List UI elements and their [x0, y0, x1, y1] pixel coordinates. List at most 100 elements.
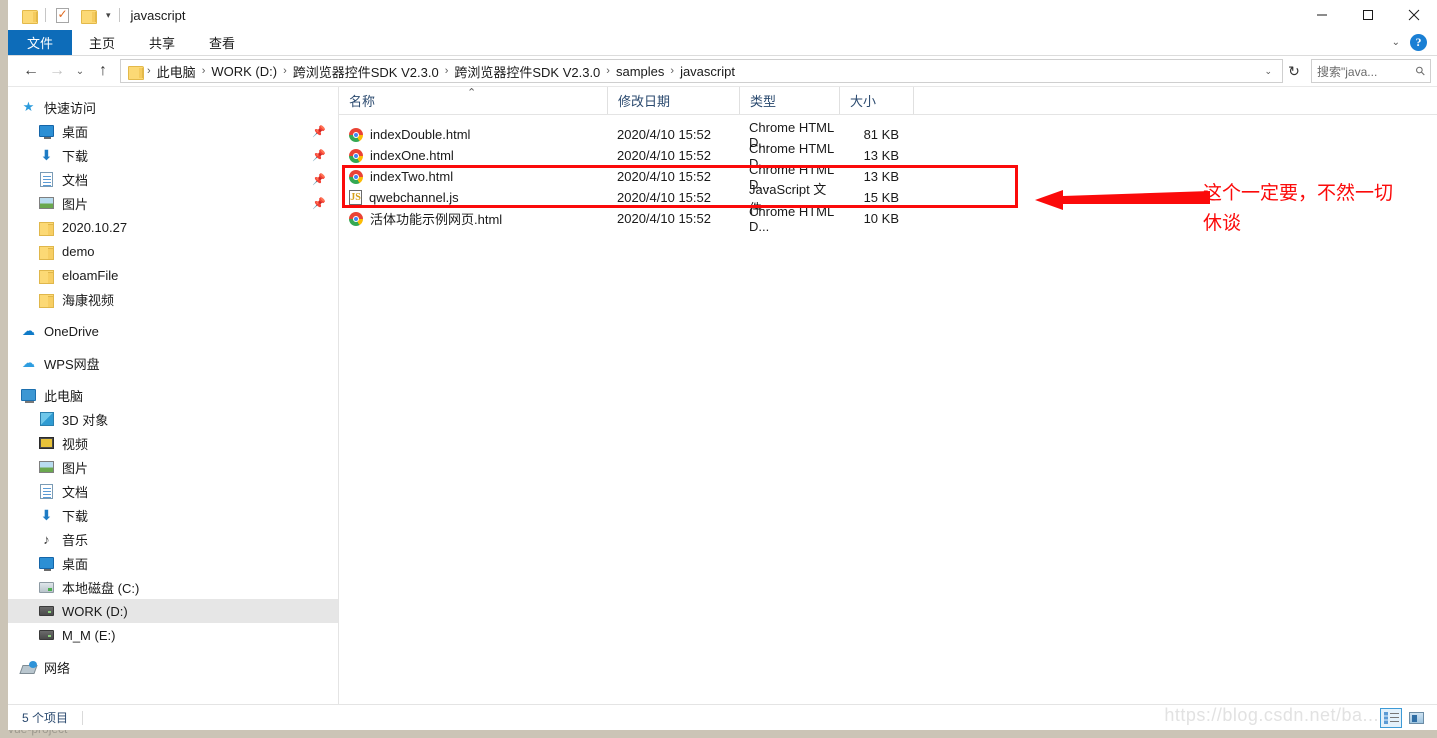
star-pin-icon: ★ — [22, 99, 35, 114]
sidebar-item-pictures-pc[interactable]: 图片 — [8, 455, 338, 479]
help-icon[interactable]: ? — [1410, 34, 1427, 51]
sidebar-item-2020-10-27[interactable]: 2020.10.27 — [8, 215, 338, 239]
file-name: indexDouble.html — [370, 127, 471, 142]
sidebar-item-network[interactable]: 网络 — [8, 655, 338, 679]
network-icon — [20, 659, 37, 675]
details-view-button[interactable] — [1380, 707, 1402, 728]
divider — [82, 710, 84, 725]
divider — [45, 8, 46, 22]
pin-icon[interactable]: 📌 — [312, 149, 326, 162]
sidebar-item-documents[interactable]: 文档 📌 — [8, 167, 338, 191]
forward-button[interactable]: → — [44, 59, 70, 83]
file-name: 活体功能示例网页.html — [370, 212, 503, 227]
table-row[interactable]: indexDouble.html 2020/4/10 15:52 Chrome … — [339, 120, 1437, 150]
file-name: qwebchannel.js — [369, 190, 459, 205]
sidebar-item-videos[interactable]: 视频 — [8, 431, 338, 455]
column-header-name[interactable]: 名称 ⌃ — [339, 87, 607, 114]
file-size: 13 KB — [863, 148, 899, 163]
breadcrumb[interactable]: › 此电脑 › WORK (D:) › 跨浏览器控件SDK V2.3.0 › 跨… — [120, 59, 1283, 83]
large-icons-view-icon — [1408, 711, 1424, 724]
music-icon: ♪ — [43, 531, 50, 547]
breadcrumb-item-work-d[interactable]: WORK (D:) — [206, 64, 282, 79]
refresh-button[interactable]: ↻ — [1283, 63, 1305, 80]
tab-view[interactable]: 查看 — [192, 30, 252, 55]
sidebar-item-demo[interactable]: demo — [8, 239, 338, 263]
file-name-cell: indexTwo.html — [339, 169, 607, 184]
minimize-button[interactable] — [1299, 0, 1345, 30]
sidebar-item-music[interactable]: ♪ 音乐 — [8, 527, 338, 551]
table-row[interactable]: indexOne.html 2020/4/10 15:52 Chrome HTM… — [339, 141, 1437, 171]
tab-home[interactable]: 主页 — [72, 30, 132, 55]
sidebar-item-onedrive[interactable]: ☁ OneDrive — [8, 319, 338, 343]
sidebar-item-haikang-video[interactable]: 海康视频 — [8, 287, 338, 311]
breadcrumb-item-sdk-1[interactable]: 跨浏览器控件SDK V2.3.0 — [288, 62, 444, 81]
sidebar-item-label: 2020.10.27 — [62, 219, 128, 235]
column-headers: 名称 ⌃ 修改日期 类型 大小 — [339, 87, 1437, 115]
navigation-pane[interactable]: ★ 快速访问 桌面 📌 ⬇ 下载 📌 文档 📌 图片 📌 2020.10.27 … — [8, 87, 338, 704]
breadcrumb-dropdown-caret-icon[interactable]: ⌄ — [1258, 66, 1278, 77]
file-date: 2020/4/10 15:52 — [617, 148, 711, 163]
sidebar-item-label: 桌面 — [62, 124, 89, 140]
file-date: 2020/4/10 15:52 — [617, 127, 711, 142]
breadcrumb-item-samples[interactable]: samples — [611, 64, 669, 79]
sidebar-item-eloamfile[interactable]: eloamFile — [8, 263, 338, 287]
sidebar-item-desktop-pc[interactable]: 桌面 — [8, 551, 338, 575]
sidebar-item-documents-pc[interactable]: 文档 — [8, 479, 338, 503]
file-date: 2020/4/10 15:52 — [617, 190, 711, 205]
sidebar-item-downloads[interactable]: ⬇ 下载 📌 — [8, 143, 338, 167]
column-header-label: 类型 — [750, 94, 777, 109]
sidebar-item-work-d[interactable]: WORK (D:) — [8, 599, 338, 623]
breadcrumb-item-javascript[interactable]: javascript — [675, 64, 740, 79]
breadcrumb-item-sdk-2[interactable]: 跨浏览器控件SDK V2.3.0 — [449, 62, 605, 81]
maximize-button[interactable] — [1345, 0, 1391, 30]
qat-properties-button[interactable] — [49, 3, 75, 27]
large-icons-view-button[interactable] — [1405, 708, 1427, 728]
close-button[interactable] — [1391, 0, 1437, 30]
qat-folder-button[interactable] — [16, 3, 42, 27]
sidebar-item-label: 此电脑 — [44, 388, 84, 404]
sidebar-item-quick-access[interactable]: ★ 快速访问 — [8, 95, 338, 119]
sidebar-item-downloads-pc[interactable]: ⬇ 下载 — [8, 503, 338, 527]
sidebar-item-pictures[interactable]: 图片 📌 — [8, 191, 338, 215]
tab-file[interactable]: 文件 — [8, 30, 73, 55]
sidebar-item-wps-cloud[interactable]: ☁ WPS网盘 — [8, 351, 338, 375]
sidebar-item-this-pc[interactable]: 此电脑 — [8, 383, 338, 407]
pin-icon[interactable]: 📌 — [312, 125, 326, 138]
screen: vue-project ▾ javascript — [0, 0, 1437, 738]
up-button[interactable]: ↑ — [90, 59, 116, 83]
back-button[interactable]: ← — [18, 59, 44, 83]
file-name-cell: indexDouble.html — [339, 127, 607, 142]
pictures-icon — [38, 195, 55, 211]
sidebar-item-local-disk-c[interactable]: 本地磁盘 (C:) — [8, 575, 338, 599]
pin-icon[interactable]: 📌 — [312, 173, 326, 186]
file-type: Chrome HTML D... — [749, 203, 834, 234]
column-header-date[interactable]: 修改日期 — [607, 87, 739, 114]
watermark: https://blog.csdn.net/ba... — [1164, 705, 1379, 725]
recent-locations-button[interactable]: ⌄ — [70, 59, 90, 83]
view-buttons — [1380, 707, 1437, 728]
videos-icon — [38, 435, 55, 451]
sidebar-item-label: WPS网盘 — [44, 356, 100, 372]
address-bar: ← → ⌄ ↑ › 此电脑 › WORK (D:) › 跨浏览器控件SDK V2… — [8, 56, 1437, 86]
sidebar-item-desktop[interactable]: 桌面 📌 — [8, 119, 338, 143]
chrome-icon — [349, 169, 363, 184]
wps-cloud-icon: ☁ — [22, 355, 35, 370]
tab-share[interactable]: 共享 — [132, 30, 192, 55]
ribbon-tabs: 文件 主页 共享 查看 ⌄ ? — [8, 30, 1437, 56]
pin-icon[interactable]: 📌 — [312, 197, 326, 210]
search-input[interactable]: 搜索"java... ⚲ — [1311, 59, 1431, 83]
sidebar-item-3d-objects[interactable]: 3D 对象 — [8, 407, 338, 431]
qat-customize-caret-icon[interactable]: ▾ — [101, 10, 116, 21]
qat-new-folder-button[interactable] — [75, 3, 101, 27]
quick-access-toolbar: ▾ — [8, 3, 123, 27]
documents-icon — [38, 483, 55, 499]
window-controls — [1299, 0, 1437, 30]
chevron-down-icon[interactable]: ⌄ — [1392, 37, 1400, 48]
3d-objects-icon — [38, 411, 55, 427]
column-header-type[interactable]: 类型 — [739, 87, 839, 114]
column-header-label: 大小 — [850, 94, 877, 109]
folder-icon — [128, 65, 144, 80]
column-header-size[interactable]: 大小 — [839, 87, 913, 114]
breadcrumb-item-this-pc[interactable]: 此电脑 — [152, 62, 201, 81]
sidebar-item-m-m-e[interactable]: M_M (E:) — [8, 623, 338, 647]
